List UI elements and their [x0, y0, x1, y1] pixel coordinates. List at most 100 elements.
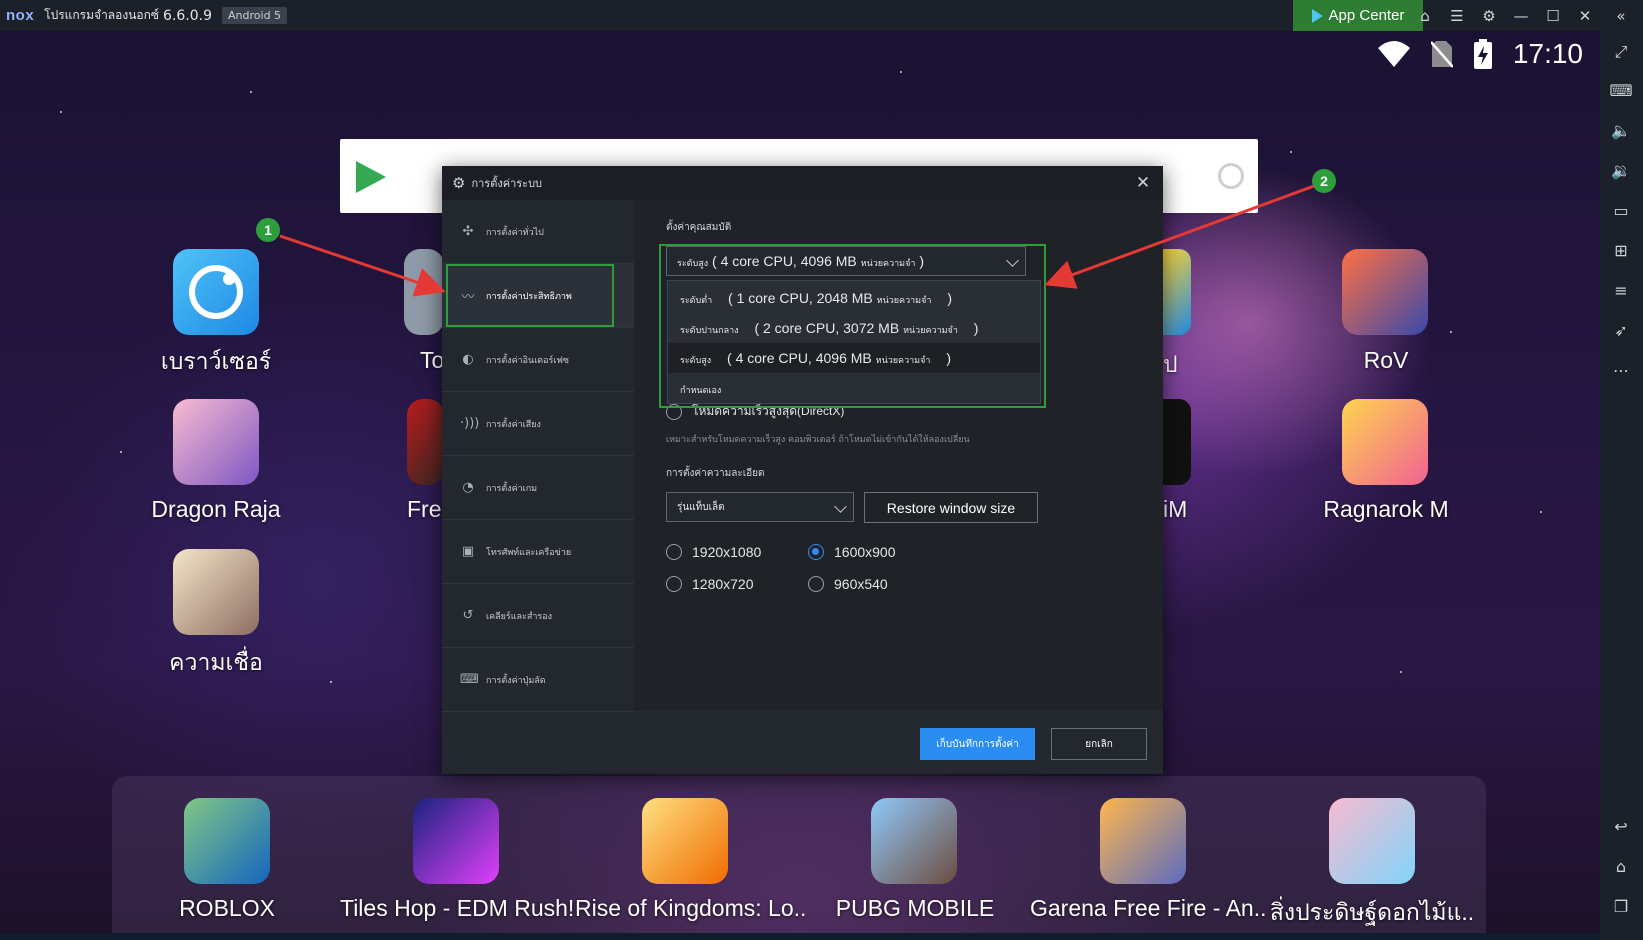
- no-sim-icon: [1430, 41, 1453, 68]
- resolution-label: 960x540: [834, 576, 888, 592]
- partial-app-icon[interactable]: [1163, 399, 1191, 485]
- app-label: iM: [1163, 496, 1188, 522]
- nav-item-label: เคลียร์และสำรอง: [486, 611, 553, 622]
- resolution-label: 1920x1080: [692, 544, 762, 560]
- dock-app-label: Garena Free Fire - An..: [1030, 895, 1267, 921]
- dialog-header: ⚙ การตั้งค่าระบบ ✕: [442, 166, 1163, 200]
- resolution-label: 1280x720: [692, 576, 754, 592]
- volume-up-icon[interactable]: 🔈: [1610, 119, 1632, 141]
- highlight-box-performance-nav: [446, 264, 614, 327]
- phone-icon: ▣: [461, 544, 475, 559]
- puzzle-icon: ✣: [462, 224, 474, 239]
- highlight-box-performance-dropdown: [659, 244, 1046, 408]
- free-app-icon[interactable]: [407, 399, 444, 485]
- resolution-radio-960x540[interactable]: 960x540: [808, 576, 888, 592]
- emulator-side-toolbar: ⤢ ⌨ 🔈 🔉 ▭ ⊞ ≡ ➶ ⋯ ↩ ⌂ ❐: [1600, 31, 1643, 940]
- gear-icon: ⚙: [452, 174, 466, 192]
- roblox-app-icon[interactable]: [184, 798, 270, 884]
- multi-instance-icon[interactable]: ≡: [1610, 279, 1632, 301]
- app-center-button[interactable]: App Center: [1293, 0, 1423, 31]
- apk-install-icon[interactable]: ⊞: [1610, 239, 1632, 261]
- back-icon[interactable]: ↩: [1610, 815, 1632, 837]
- app-label: Ragnarok M: [1323, 496, 1449, 522]
- nav-item-interface[interactable]: ◐ การตั้งค่าอินเตอร์เฟซ: [442, 328, 634, 392]
- restore-window-size-button[interactable]: Restore window size: [864, 492, 1038, 523]
- app-label: เบราว์เซอร์: [160, 348, 272, 374]
- game-icon: ◔: [462, 480, 474, 495]
- volume-down-icon[interactable]: 🔉: [1610, 159, 1632, 181]
- gear-icon[interactable]: ⚙: [1478, 5, 1500, 27]
- keyboard-mapping-icon[interactable]: ⌨: [1609, 79, 1632, 101]
- section-title-performance: ตั้งค่าคุณสมบัติ: [666, 222, 732, 233]
- app-name: โปรแกรมจำลองนอกซ์: [44, 8, 160, 22]
- dock-app-label: Rise of Kingdoms: Lo..: [575, 895, 807, 921]
- partial-app-icon[interactable]: [1163, 249, 1191, 335]
- step-badge-1: 1: [256, 218, 280, 242]
- app-center-label: App Center: [1328, 7, 1405, 24]
- nav-item-phone-network[interactable]: ▣ โทรศัพท์และเครือข่าย: [442, 520, 634, 584]
- battery-charging-icon: [1473, 39, 1492, 69]
- rise-of-kingdoms-app-icon[interactable]: [642, 798, 728, 884]
- maximize-icon[interactable]: ☐: [1542, 5, 1564, 27]
- device-model-value: รุ่นแท็บเล็ต: [677, 501, 725, 513]
- app-label: RoV: [1363, 347, 1409, 373]
- search-icon[interactable]: [1218, 163, 1244, 189]
- device-model-select[interactable]: รุ่นแท็บเล็ต: [666, 492, 854, 522]
- nox-logo: nox: [6, 7, 35, 24]
- nav-item-general[interactable]: ✣ การตั้งค่าทั่วไป: [442, 200, 634, 264]
- dragon-raja-app-icon[interactable]: [173, 399, 259, 485]
- resolution-radio-1280x720[interactable]: 1280x720: [666, 576, 754, 592]
- nav-item-label: การตั้งค่าเสียง: [486, 419, 541, 430]
- rocket-icon[interactable]: ➶: [1610, 319, 1632, 341]
- home-icon[interactable]: ⌂: [1610, 855, 1632, 877]
- sound-icon: ·))): [460, 416, 480, 431]
- radio-circle: [808, 576, 824, 592]
- tiles-hop-app-icon[interactable]: [413, 798, 499, 884]
- app-version: 6.6.0.9: [163, 7, 213, 24]
- nav-item-label: การตั้งค่าทั่วไป: [486, 227, 544, 238]
- rov-app-icon[interactable]: [1342, 249, 1428, 335]
- resolution-radio-1600x900[interactable]: 1600x900: [808, 544, 896, 560]
- ragnarok-m-app-icon[interactable]: [1342, 399, 1428, 485]
- more-icon[interactable]: ⋯: [1610, 359, 1632, 381]
- dock-app-label: สิ่งประดิษฐ์ดอกไม้แ..: [1269, 899, 1475, 925]
- palette-icon: ◐: [462, 352, 474, 367]
- shirt-icon[interactable]: ⌂: [1414, 5, 1436, 27]
- keyboard-icon: ⌨: [460, 672, 479, 687]
- flower-invention-app-icon[interactable]: [1329, 798, 1415, 884]
- dock-app-label: ROBLOX: [179, 895, 275, 921]
- menu-icon[interactable]: ☰: [1446, 5, 1468, 27]
- nav-item-clear-backup[interactable]: ↺ เคลียร์และสำรอง: [442, 584, 634, 648]
- nav-item-label: การตั้งค่าเกม: [486, 483, 538, 494]
- app-label: Dragon Raja: [151, 496, 281, 522]
- free-fire-app-icon[interactable]: [1100, 798, 1186, 884]
- close-icon[interactable]: ✕: [1133, 173, 1153, 193]
- play-store-icon: [1311, 8, 1323, 23]
- resolution-label: 1600x900: [834, 544, 896, 560]
- nav-item-shortcuts[interactable]: ⌨ การตั้งค่าปุ่มลัด: [442, 648, 634, 712]
- directx-note: เหมาะสำหรับโหมดความเร็วสูง คอมพิวเตอร์ ถ…: [666, 435, 970, 445]
- browser-app-icon[interactable]: [173, 249, 259, 335]
- app-label: ป: [1163, 351, 1178, 377]
- belief-app-icon[interactable]: [173, 549, 259, 635]
- recent-apps-icon[interactable]: ❐: [1610, 895, 1632, 917]
- fullscreen-icon[interactable]: ⤢: [1610, 41, 1632, 63]
- cancel-button[interactable]: ยกเลิก: [1051, 728, 1147, 760]
- radio-circle: [666, 544, 682, 560]
- collapse-icon[interactable]: «: [1610, 5, 1632, 27]
- screen-icon[interactable]: ▭: [1610, 199, 1632, 221]
- minimize-icon[interactable]: —: [1510, 5, 1532, 27]
- clock: 17:10: [1512, 38, 1583, 69]
- dialog-title: การตั้งค่าระบบ: [471, 177, 543, 190]
- step-badge-2: 2: [1312, 169, 1336, 193]
- nav-item-sound[interactable]: ·))) การตั้งค่าเสียง: [442, 392, 634, 456]
- settings-app-icon[interactable]: [404, 249, 444, 335]
- resolution-radio-1920x1080[interactable]: 1920x1080: [666, 544, 761, 560]
- wifi-icon: [1377, 41, 1410, 67]
- save-settings-button[interactable]: เก็บบันทึกการตั้งค่า: [920, 728, 1035, 760]
- pubg-mobile-app-icon[interactable]: [871, 798, 957, 884]
- radio-circle: [666, 576, 682, 592]
- nav-item-game[interactable]: ◔ การตั้งค่าเกม: [442, 456, 634, 520]
- close-icon[interactable]: ✕: [1574, 5, 1596, 27]
- app-label: To: [420, 347, 445, 373]
